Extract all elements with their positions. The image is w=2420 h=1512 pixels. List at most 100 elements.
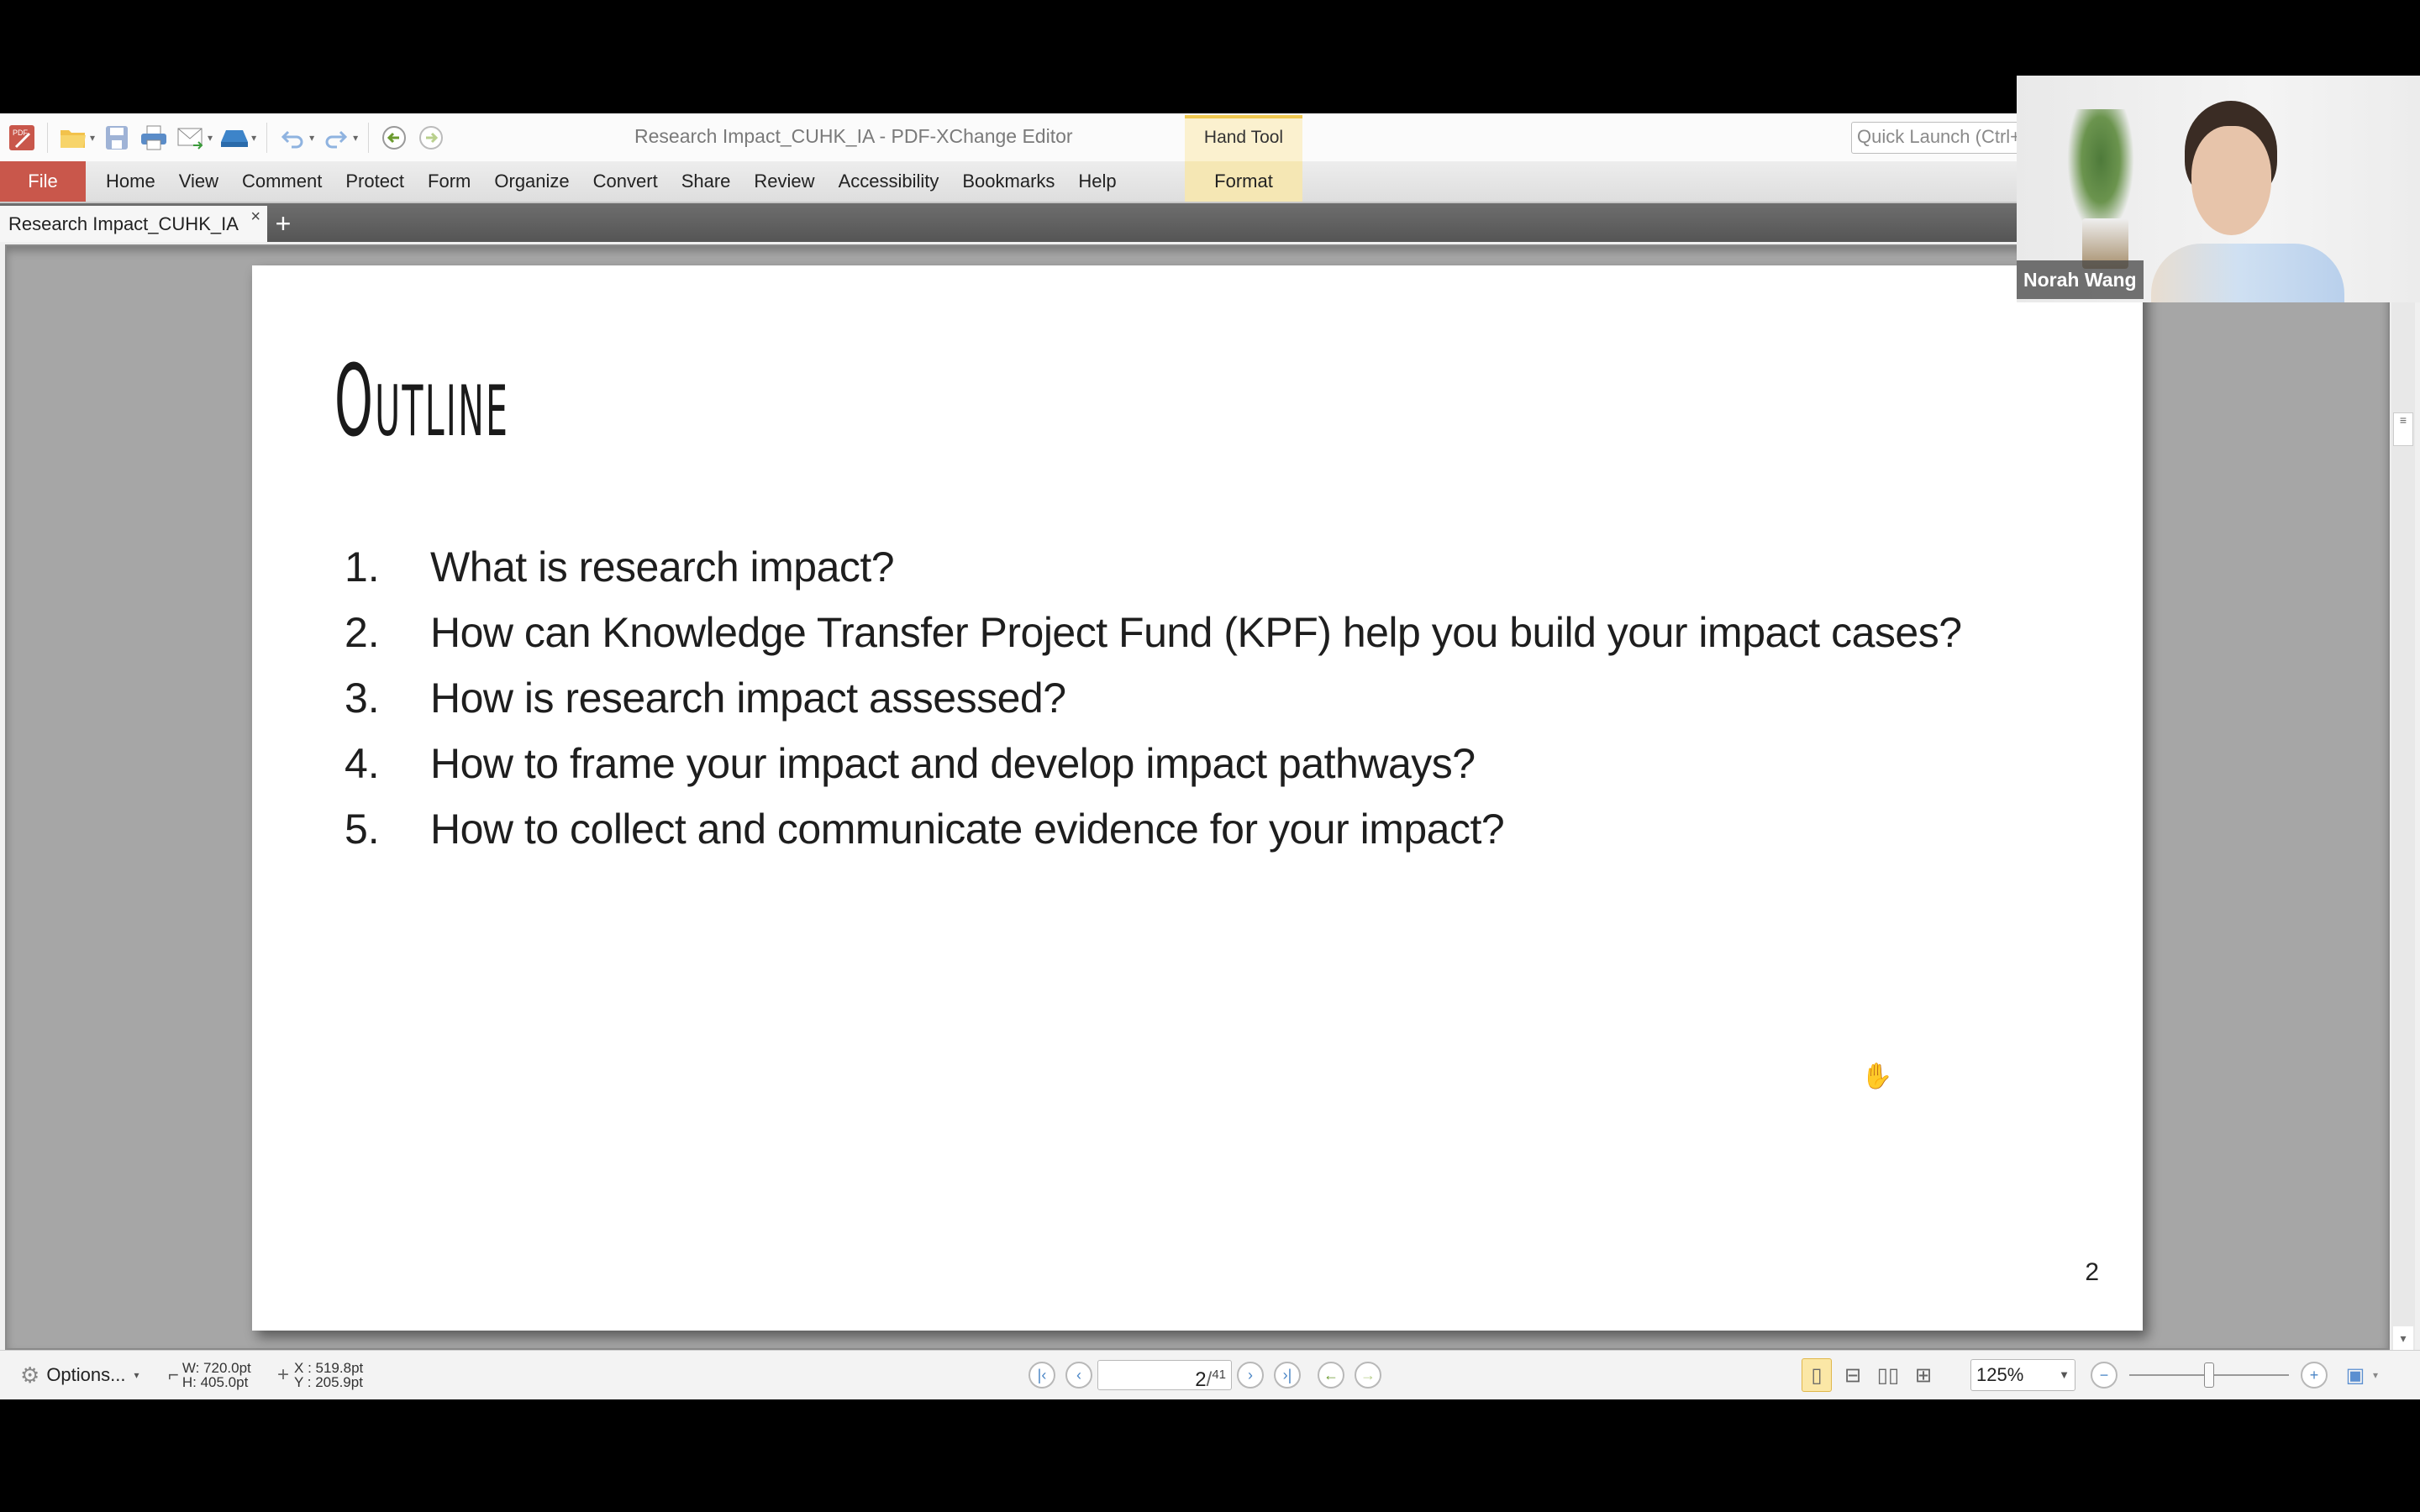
item-number: 5. bbox=[345, 806, 380, 853]
options-dropdown-icon: ▾ bbox=[134, 1369, 139, 1381]
zoom-slider-thumb[interactable] bbox=[2204, 1362, 2214, 1388]
cursor-x-readout: X : 519.8pt bbox=[294, 1360, 364, 1376]
item-text: How to frame your impact and develop imp… bbox=[430, 740, 1476, 787]
tab-help[interactable]: Help bbox=[1066, 161, 1128, 202]
document-tab-label: Research Impact_CUHK_IA bbox=[8, 213, 239, 234]
next-page-button[interactable]: › bbox=[1237, 1362, 1264, 1389]
tab-share[interactable]: Share bbox=[670, 161, 743, 202]
list-item: 5. How to collect and communicate evidenc… bbox=[345, 796, 1962, 862]
item-text: What is research impact? bbox=[430, 543, 895, 591]
slide-page-number: 2 bbox=[2085, 1258, 2099, 1286]
participant-video bbox=[2151, 101, 2353, 302]
slide-title: Outline bbox=[334, 343, 510, 459]
tab-home[interactable]: Home bbox=[94, 161, 167, 202]
list-item: 3. How is research impact assessed? bbox=[345, 665, 1962, 731]
app-logo-icon[interactable]: PDF bbox=[7, 123, 37, 153]
participant-shirt bbox=[2151, 244, 2344, 302]
item-text: How to collect and communicate evidence … bbox=[430, 806, 1505, 853]
first-page-button[interactable]: |‹ bbox=[1028, 1362, 1055, 1389]
print-icon[interactable] bbox=[139, 123, 169, 153]
previous-page-button[interactable]: ‹ bbox=[1065, 1362, 1092, 1389]
tab-accessibility[interactable]: Accessibility bbox=[827, 161, 951, 202]
tab-protect[interactable]: Protect bbox=[334, 161, 416, 202]
zoom-in-button[interactable]: + bbox=[2301, 1362, 2328, 1389]
scan-dropdown-icon[interactable]: ▾ bbox=[251, 132, 256, 144]
close-tab-icon[interactable]: × bbox=[250, 207, 260, 227]
scrollbar-grip-icon[interactable]: ≡ bbox=[2393, 412, 2413, 446]
previous-view-button[interactable]: ← bbox=[1318, 1362, 1344, 1389]
list-item: 1. What is research impact? bbox=[345, 534, 1962, 600]
tab-file[interactable]: File bbox=[0, 161, 86, 202]
pdf-xchange-window: PDF ▾ ▾ ▾ ▾ ▾ Research Impact_CUHK_IA - … bbox=[0, 113, 2420, 1399]
continuous-view-icon[interactable]: ⊟ bbox=[1839, 1359, 1867, 1391]
save-icon[interactable] bbox=[102, 123, 132, 153]
view-mode-controls: ▯ ⊟ ▯▯ ⊞ bbox=[1798, 1351, 1941, 1399]
zoom-controls: 125% ▼ − + ▣ ▾ bbox=[1970, 1351, 2378, 1399]
item-number: 4. bbox=[345, 740, 380, 787]
redo-icon[interactable] bbox=[321, 123, 351, 153]
page-height-readout: H: 405.0pt bbox=[182, 1374, 249, 1390]
item-text: How is research impact assessed? bbox=[430, 675, 1066, 722]
zoom-out-button[interactable]: − bbox=[2091, 1362, 2118, 1389]
page-navigation: |‹ ‹ 2/41 › ›| ← → bbox=[1023, 1351, 1386, 1399]
continuous-facing-view-icon[interactable]: ⊞ bbox=[1909, 1359, 1938, 1391]
item-number: 3. bbox=[345, 675, 380, 722]
back-icon[interactable] bbox=[379, 123, 409, 153]
zoom-level-select[interactable]: 125% ▼ bbox=[1970, 1359, 2075, 1391]
scan-icon[interactable] bbox=[219, 123, 250, 153]
total-pages-value: 41 bbox=[1212, 1368, 1226, 1382]
item-number: 2. bbox=[345, 609, 380, 656]
page-size-icon: ⌐ bbox=[168, 1364, 179, 1385]
zoom-level-value: 125% bbox=[1976, 1364, 2024, 1385]
forward-icon[interactable] bbox=[416, 123, 446, 153]
crosshair-icon: + bbox=[277, 1363, 290, 1386]
tab-bookmarks[interactable]: Bookmarks bbox=[950, 161, 1066, 202]
video-participant-tile: Norah Wang bbox=[2017, 76, 2420, 302]
page-number-input[interactable]: 2/41 bbox=[1097, 1360, 1232, 1391]
quick-access-toolbar: PDF ▾ ▾ ▾ ▾ ▾ bbox=[7, 120, 446, 155]
tab-convert[interactable]: Convert bbox=[581, 161, 670, 202]
full-screen-icon[interactable]: ▣ bbox=[2341, 1359, 2370, 1391]
list-item: 2. How can Knowledge Transfer Project Fun… bbox=[345, 600, 1962, 665]
undo-dropdown-icon[interactable]: ▾ bbox=[309, 132, 314, 144]
tab-organize[interactable]: Organize bbox=[482, 161, 581, 202]
email-dropdown-icon[interactable]: ▾ bbox=[208, 132, 213, 144]
hand-cursor-icon: ✋ bbox=[1861, 1063, 1893, 1090]
cursor-position: + X : 519.8pt Y : 205.9pt bbox=[277, 1351, 363, 1399]
single-page-view-icon[interactable]: ▯ bbox=[1802, 1358, 1832, 1392]
cursor-y-readout: Y : 205.9pt bbox=[294, 1374, 363, 1390]
zoom-slider[interactable] bbox=[2129, 1362, 2289, 1388]
tab-format[interactable]: Format bbox=[1185, 161, 1302, 202]
open-dropdown-icon[interactable]: ▾ bbox=[90, 132, 95, 144]
pdf-page: Outline 1. What is research impact? 2. How… bbox=[252, 265, 2143, 1331]
undo-icon[interactable] bbox=[277, 123, 308, 153]
separator bbox=[368, 123, 370, 153]
page-dimensions: ⌐ W: 720.0pt H: 405.0pt bbox=[168, 1351, 251, 1399]
tab-view[interactable]: View bbox=[167, 161, 230, 202]
tab-review[interactable]: Review bbox=[742, 161, 826, 202]
current-page-value: 2 bbox=[1195, 1368, 1207, 1391]
new-tab-button[interactable]: + bbox=[271, 207, 296, 239]
separator bbox=[47, 123, 48, 153]
page-width-readout: W: 720.0pt bbox=[182, 1360, 251, 1376]
options-button[interactable]: ⚙ Options... ▾ bbox=[20, 1351, 139, 1399]
tab-comment[interactable]: Comment bbox=[230, 161, 334, 202]
participant-face bbox=[2191, 126, 2271, 235]
last-page-button[interactable]: ›| bbox=[1274, 1362, 1301, 1389]
context-group-hand-tool: Hand Tool bbox=[1185, 115, 1302, 161]
item-text: How can Knowledge Transfer Project Fund … bbox=[430, 609, 1962, 656]
options-label: Options... bbox=[46, 1364, 126, 1385]
scroll-down-icon[interactable]: ▾ bbox=[2393, 1326, 2413, 1350]
facing-view-icon[interactable]: ▯▯ bbox=[1874, 1359, 1902, 1391]
tab-form[interactable]: Form bbox=[416, 161, 482, 202]
open-folder-icon[interactable] bbox=[58, 123, 88, 153]
next-view-button[interactable]: → bbox=[1355, 1362, 1381, 1389]
view-dropdown-icon[interactable]: ▾ bbox=[2373, 1369, 2378, 1381]
email-icon[interactable] bbox=[176, 123, 206, 153]
document-tab-research-impact[interactable]: Research Impact_CUHK_IA × bbox=[0, 206, 267, 242]
vertical-scrollbar[interactable]: ≡ ▾ bbox=[2391, 244, 2415, 1350]
status-bar: ⚙ Options... ▾ ⌐ W: 720.0pt H: 405.0pt +… bbox=[0, 1350, 2420, 1399]
redo-dropdown-icon[interactable]: ▾ bbox=[353, 132, 358, 144]
participant-name-label: Norah Wang bbox=[2017, 260, 2144, 299]
window-title: Research Impact_CUHK_IA - PDF-XChange Ed… bbox=[634, 125, 1073, 147]
